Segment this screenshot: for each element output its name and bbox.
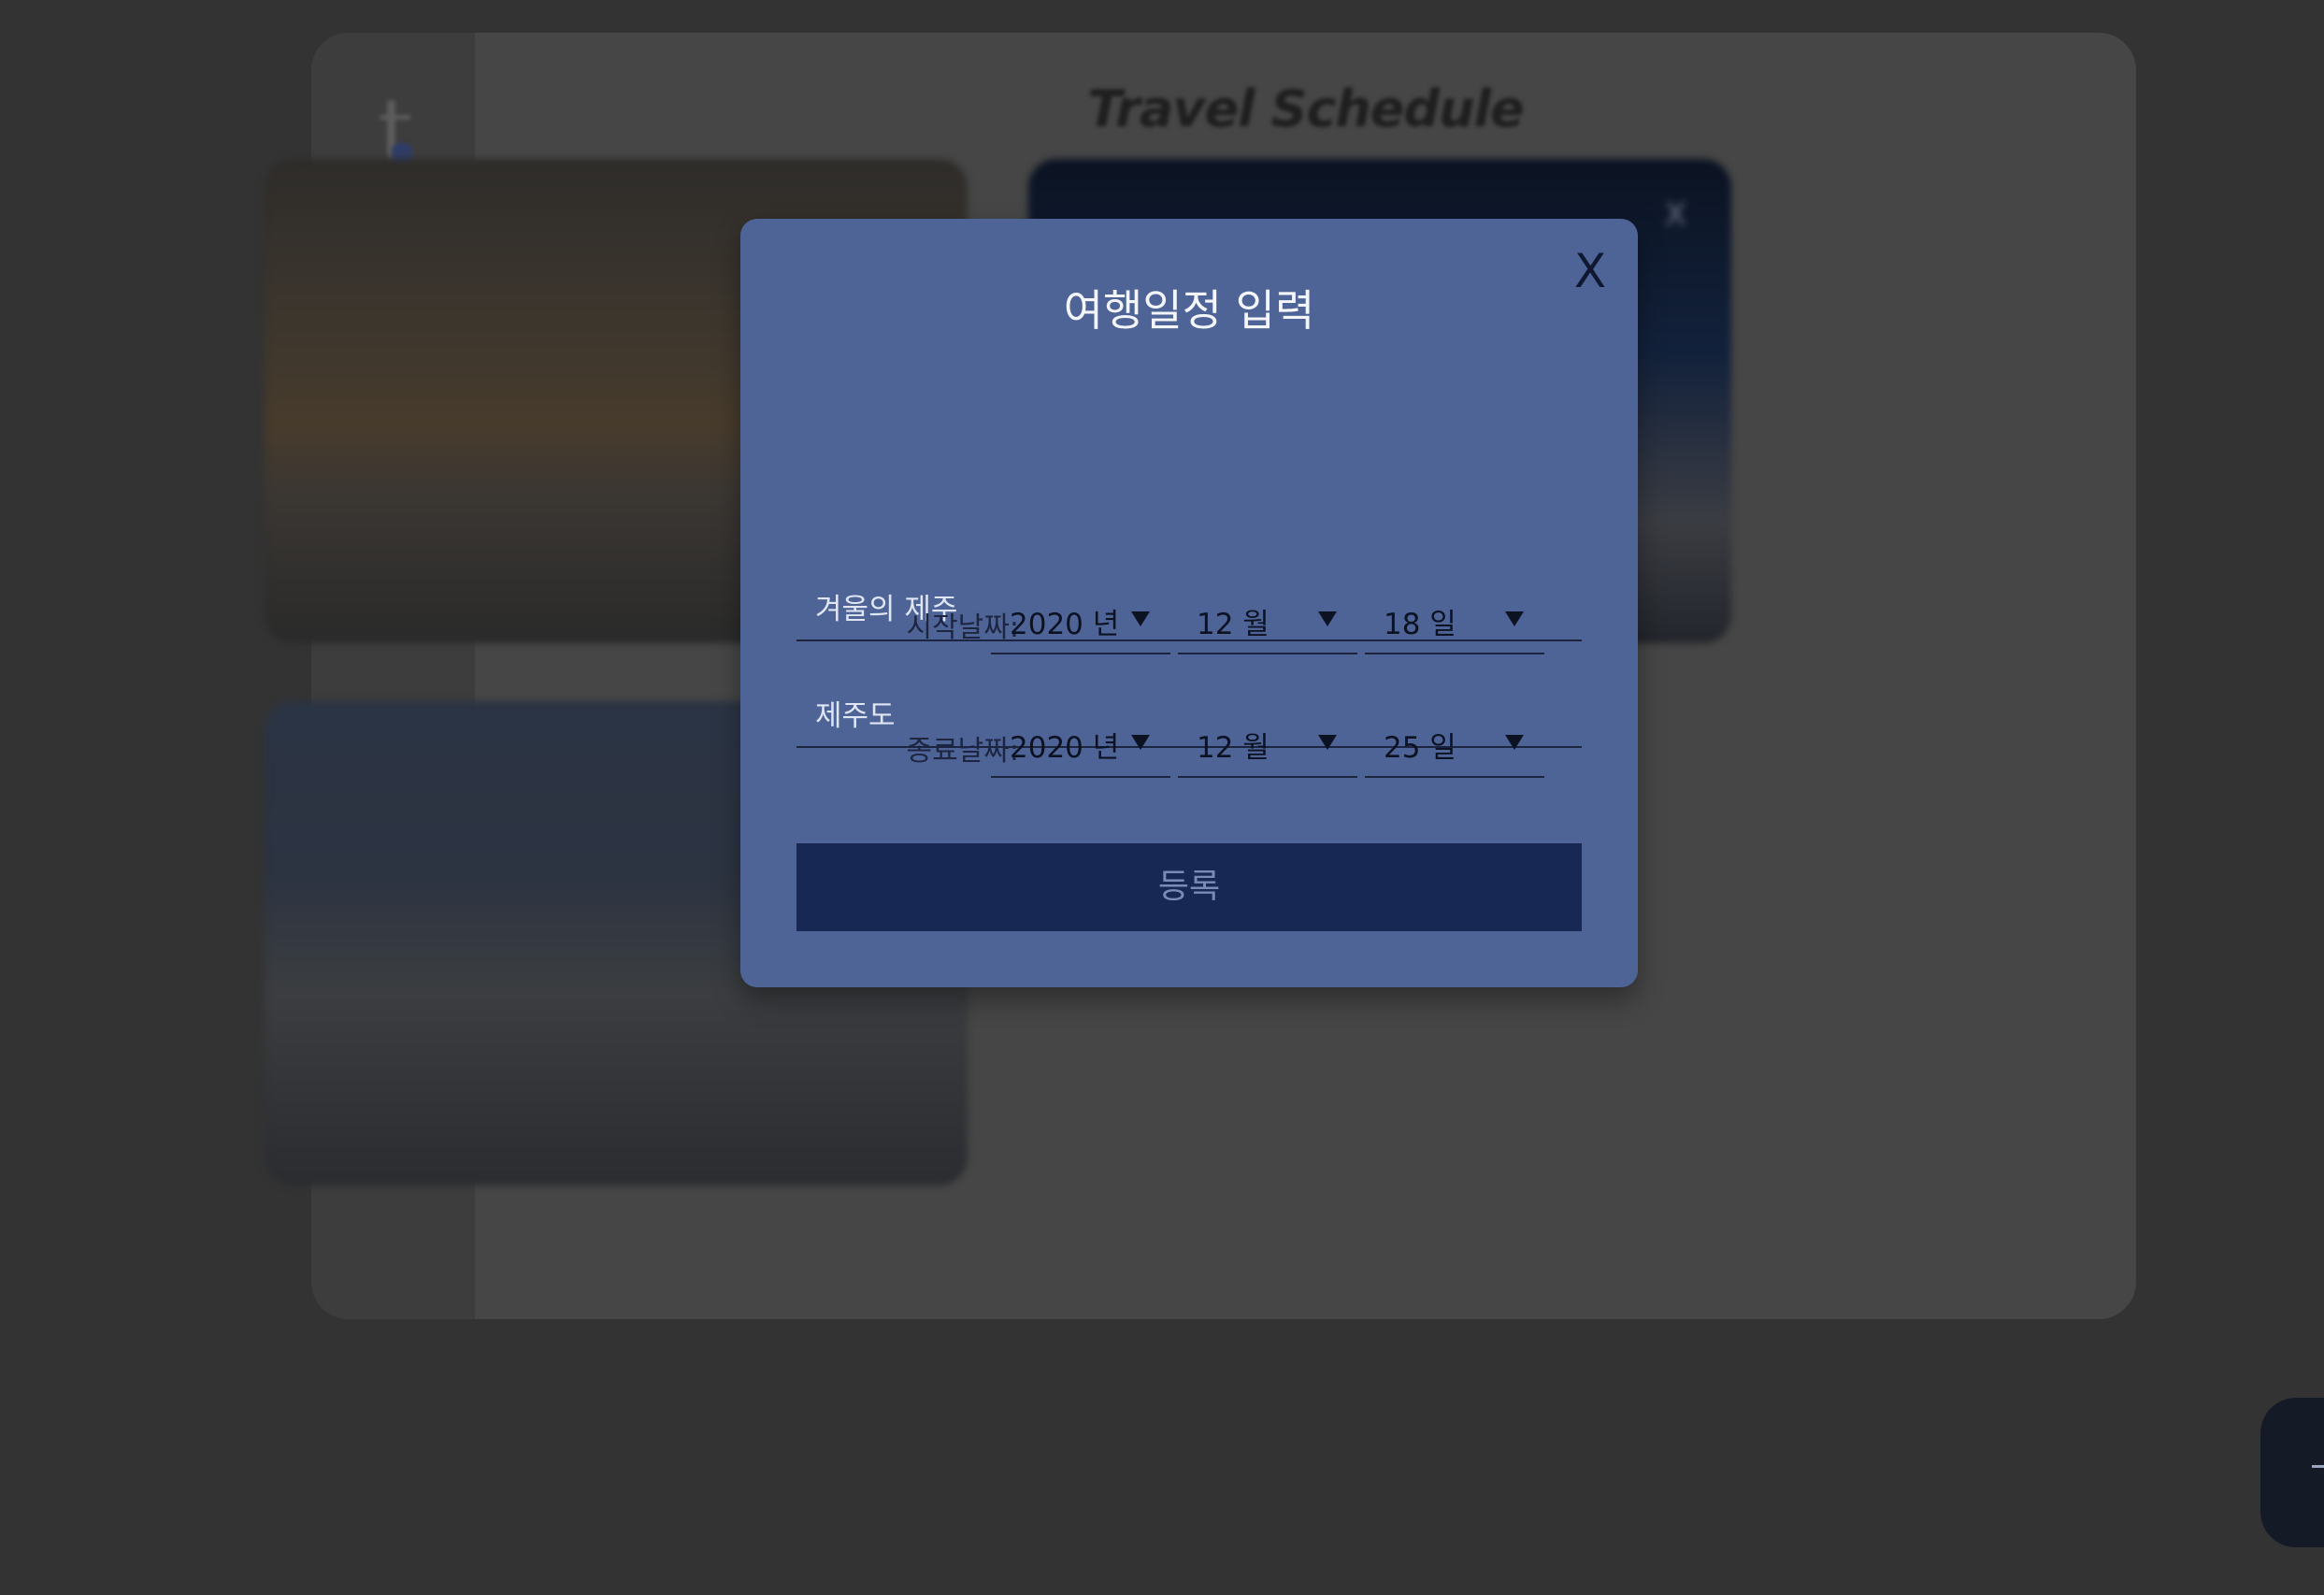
add-trip-button[interactable]: [2260, 1398, 2324, 1547]
chevron-down-icon: [1505, 735, 1524, 750]
trip-card-delete-button[interactable]: X: [1665, 196, 1686, 234]
end-month-select[interactable]: 12 월: [1178, 707, 1357, 778]
end-month-value: 12 월: [1197, 731, 1270, 765]
chevron-down-icon: [1505, 611, 1524, 626]
start-day-value: 18 일: [1384, 608, 1456, 641]
modal-title: 여행일정 입력: [1063, 285, 1315, 336]
end-day-value: 25 일: [1384, 731, 1456, 765]
start-year-value: 2020 년: [1010, 608, 1120, 641]
submit-button[interactable]: 등록: [796, 843, 1582, 931]
plus-icon: [2312, 1465, 2324, 1468]
start-month-select[interactable]: 12 월: [1178, 583, 1357, 654]
chevron-down-icon: [1318, 611, 1337, 626]
page-title: Travel Schedule: [1087, 79, 1524, 138]
start-date-label: 시작날짜:: [906, 611, 1019, 644]
chevron-down-icon: [1318, 735, 1337, 750]
end-date-label: 종료날짜:: [906, 735, 1019, 768]
trip-entry-modal: 여행일정 입력 X 시작날짜: 2020 년 12 월 18 일 종료날짜: 2…: [740, 219, 1638, 987]
end-year-value: 2020 년: [1010, 731, 1120, 765]
end-day-select[interactable]: 25 일: [1365, 707, 1544, 778]
end-year-select[interactable]: 2020 년: [991, 707, 1170, 778]
start-month-value: 12 월: [1197, 608, 1270, 641]
start-year-select[interactable]: 2020 년: [991, 583, 1170, 654]
chevron-down-icon: [1131, 611, 1150, 626]
chevron-down-icon: [1131, 735, 1150, 750]
close-button[interactable]: X: [1567, 243, 1614, 299]
start-day-select[interactable]: 18 일: [1365, 583, 1544, 654]
